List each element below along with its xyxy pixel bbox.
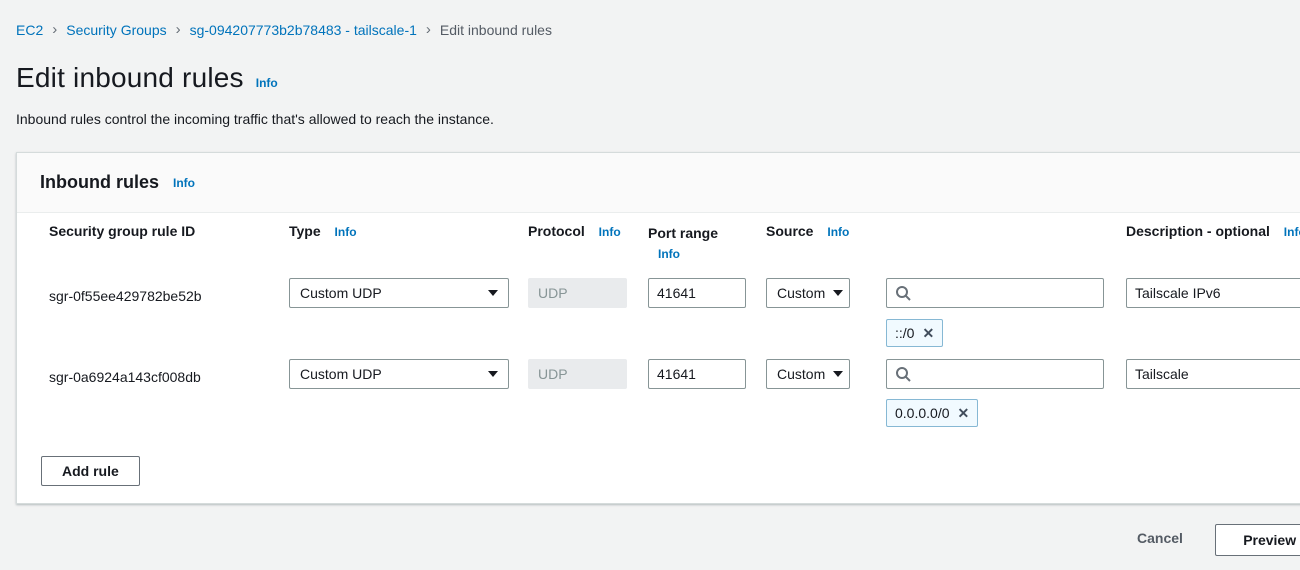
breadcrumb-chevron-icon: ›	[425, 21, 431, 38]
rule-id-text: sgr-0f55ee429782be52b	[49, 288, 202, 304]
add-rule-button[interactable]: Add rule	[41, 456, 140, 486]
description-input[interactable]	[1126, 359, 1300, 389]
breadcrumb-link-security-group[interactable]: sg-094207773b2b78483 - tailscale-1	[190, 22, 417, 38]
description-input[interactable]	[1126, 278, 1300, 308]
description-info-link[interactable]: Info	[1284, 225, 1300, 239]
protocol-value: UDP	[538, 366, 568, 382]
type-select-value: Custom UDP	[300, 285, 382, 301]
inbound-rules-panel: Inbound rules Info Security group rule I…	[16, 152, 1300, 504]
column-header-source: Source Info	[766, 223, 850, 239]
page-title: Edit inbound rules	[16, 62, 244, 93]
source-token-label: 0.0.0.0/0	[895, 405, 950, 421]
source-type-value: Custom	[777, 285, 826, 301]
source-token: 0.0.0.0/0	[886, 399, 979, 427]
column-header-label: Source	[766, 223, 814, 239]
type-info-link[interactable]: Info	[335, 225, 357, 239]
panel-info-link[interactable]: Info	[173, 176, 195, 190]
breadcrumb-chevron-icon: ›	[52, 21, 58, 38]
remove-token-icon[interactable]	[922, 326, 934, 340]
chevron-down-icon	[488, 290, 498, 296]
source-search-box[interactable]	[886, 278, 1104, 308]
source-type-select[interactable]: Custom	[766, 359, 850, 389]
source-type-value: Custom	[777, 366, 826, 382]
breadcrumb: EC2 › Security Groups › sg-094207773b2b7…	[16, 21, 552, 38]
page-title-info-link[interactable]: Info	[256, 76, 278, 90]
column-header-description: Description - optional Info	[1126, 223, 1300, 239]
breadcrumb-current: Edit inbound rules	[439, 21, 552, 38]
page-description: Inbound rules control the incoming traff…	[16, 111, 494, 127]
source-search-box[interactable]	[886, 359, 1104, 389]
port-range-info-link[interactable]: Info	[658, 247, 680, 261]
source-type-select[interactable]: Custom	[766, 278, 850, 308]
chevron-down-icon	[833, 290, 844, 296]
rule-id-text: sgr-0a6924a143cf008db	[49, 369, 201, 385]
column-header-label: Port range	[648, 225, 719, 241]
column-header-rule-id: Security group rule ID	[49, 223, 279, 239]
port-range-input[interactable]	[648, 278, 746, 308]
breadcrumb-chevron-icon: ›	[175, 21, 181, 38]
search-icon	[896, 286, 911, 301]
panel-header: Inbound rules Info	[17, 153, 1300, 213]
breadcrumb-link-security-groups[interactable]: Security Groups	[66, 22, 166, 38]
source-info-link[interactable]: Info	[827, 225, 849, 239]
rules-table: Security group rule ID Type Info Protoco…	[17, 213, 1300, 503]
protocol-field: UDP	[528, 359, 627, 389]
column-header-protocol: Protocol Info	[528, 223, 627, 239]
column-header-port-range: Port range Info	[648, 223, 738, 264]
protocol-info-link[interactable]: Info	[599, 225, 621, 239]
search-icon	[896, 367, 911, 382]
source-token-label: ::/0	[895, 325, 915, 341]
port-range-input[interactable]	[648, 359, 746, 389]
column-header-type: Type Info	[289, 223, 509, 239]
type-select[interactable]: Custom UDP	[289, 278, 509, 308]
source-search-input[interactable]	[919, 285, 1095, 301]
protocol-field: UDP	[528, 278, 627, 308]
type-select[interactable]: Custom UDP	[289, 359, 509, 389]
chevron-down-icon	[833, 371, 844, 377]
breadcrumb-link-ec2[interactable]: EC2	[16, 22, 43, 38]
column-header-label: Description - optional	[1126, 223, 1270, 239]
source-token: ::/0	[886, 319, 944, 347]
panel-title: Inbound rules	[40, 172, 159, 192]
type-select-value: Custom UDP	[300, 366, 382, 382]
chevron-down-icon	[488, 371, 498, 377]
source-search-input[interactable]	[919, 366, 1095, 382]
column-header-label: Protocol	[528, 223, 585, 239]
preview-changes-button[interactable]: Preview changes	[1215, 524, 1300, 556]
protocol-value: UDP	[538, 285, 568, 301]
cancel-button[interactable]: Cancel	[1137, 530, 1183, 546]
column-header-label: Type	[289, 223, 321, 239]
column-header-label: Security group rule ID	[49, 223, 196, 239]
remove-token-icon[interactable]	[958, 406, 970, 420]
